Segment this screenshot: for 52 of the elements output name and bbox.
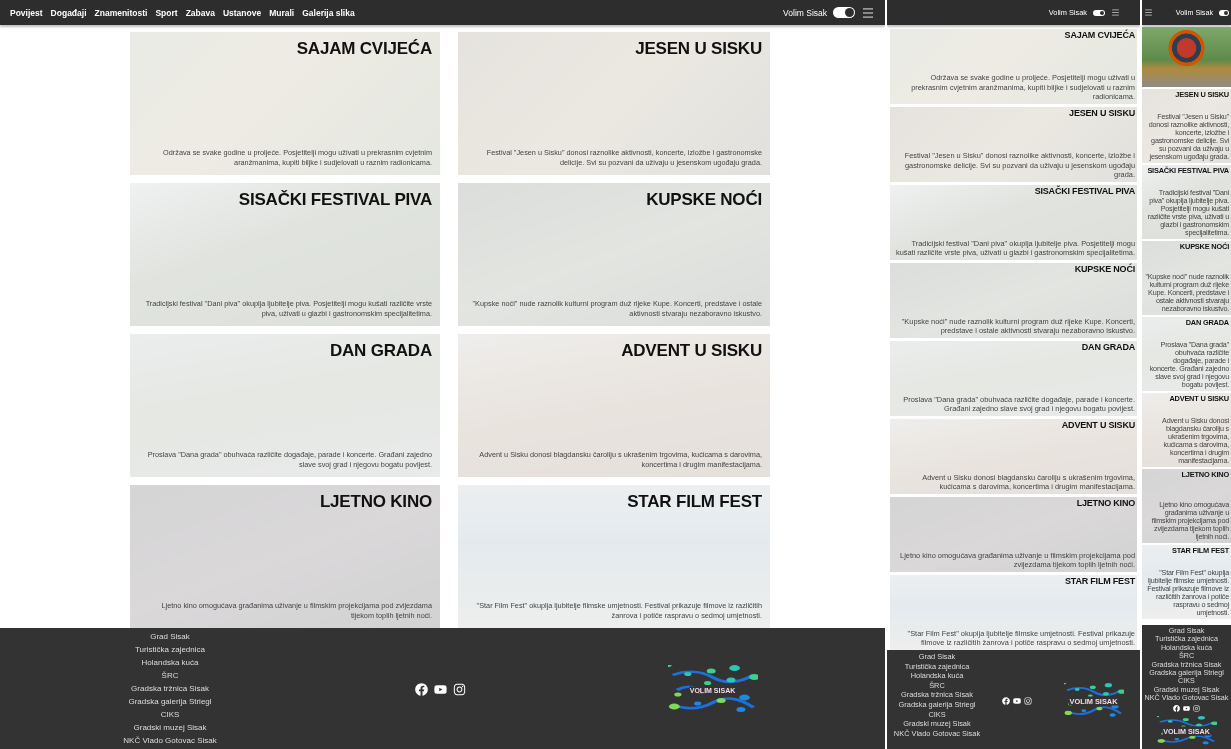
- card-title: SAJAM CVIJEĆA: [1064, 31, 1135, 41]
- camera-icon[interactable]: [1024, 696, 1032, 705]
- menu-icon[interactable]: [1144, 8, 1153, 17]
- nav-link[interactable]: Znamenitosti: [94, 7, 148, 18]
- card-title: SISAČKI FESTIVAL PIVA: [1034, 187, 1135, 197]
- play-icon[interactable]: [1183, 704, 1190, 712]
- card-title: LJETNO KINO: [1076, 499, 1135, 509]
- theme-toggle[interactable]: [833, 7, 855, 18]
- circle-f-icon[interactable]: [1002, 696, 1010, 705]
- nav-link[interactable]: Događaji: [50, 7, 87, 18]
- play-icon[interactable]: [433, 683, 447, 696]
- footer-link[interactable]: NKČ Vlado Gotovac Sisak: [123, 734, 217, 747]
- nav-link[interactable]: Galerija slika: [302, 7, 355, 18]
- card-title: LJETNO KINO: [319, 493, 432, 512]
- nav-link[interactable]: Ustanove: [222, 7, 262, 18]
- theme-toggle[interactable]: [1219, 9, 1229, 16]
- footer-link[interactable]: Turistička zajednica: [135, 643, 205, 656]
- camera-icon[interactable]: [452, 683, 466, 696]
- card-title: DAN GRADA: [329, 342, 432, 361]
- nav-link[interactable]: Sport: [155, 7, 178, 18]
- card-title: STAR FILM FEST: [627, 493, 762, 512]
- card-title: SAJAM CVIJEĆA: [296, 40, 432, 59]
- card-title: DAN GRADA: [1081, 343, 1135, 353]
- footer-link[interactable]: ŠRC: [161, 669, 179, 682]
- card-title: SISAČKI FESTIVAL PIVA: [238, 191, 432, 210]
- footer-link[interactable]: Grad Sisak: [150, 630, 190, 643]
- toggle-knob[interactable]: [1224, 10, 1228, 15]
- toggle-label: Volim Sisak: [783, 7, 827, 18]
- nav-link[interactable]: Zabava: [185, 7, 215, 18]
- card-title: STAR FILM FEST: [1064, 577, 1135, 587]
- nav-link[interactable]: Povijest: [10, 7, 43, 18]
- footer-link[interactable]: Gradska tržnica Sisak: [131, 682, 209, 695]
- theme-toggle[interactable]: [1093, 9, 1105, 16]
- toggle-knob[interactable]: [1100, 10, 1104, 15]
- card-title: ADVENT U SISKU: [621, 342, 762, 361]
- menu-icon[interactable]: [1111, 8, 1120, 17]
- circle-f-icon[interactable]: [414, 683, 428, 696]
- card-title: ADVENT U SISKU: [1061, 421, 1135, 431]
- nav-link[interactable]: Murali: [269, 7, 295, 18]
- card-title: JESEN U SISKU: [635, 40, 762, 59]
- footer-link[interactable]: Gradska galerija Striegl: [128, 695, 212, 708]
- card-title: KUPSKE NOĆI: [1074, 265, 1135, 275]
- card-title: JESEN U SISKU: [1069, 109, 1135, 119]
- menu-icon[interactable]: [861, 5, 875, 20]
- camera-icon[interactable]: [1193, 704, 1200, 712]
- circle-f-icon[interactable]: [1173, 704, 1180, 712]
- footer-link[interactable]: Holandska kuća: [141, 656, 199, 669]
- play-icon[interactable]: [1013, 696, 1021, 705]
- footer-link[interactable]: Gradski muzej Sisak: [133, 721, 207, 734]
- card-title: KUPSKE NOĆI: [646, 191, 762, 210]
- toggle-knob[interactable]: [845, 8, 854, 17]
- footer-link[interactable]: CIKS: [160, 708, 180, 721]
